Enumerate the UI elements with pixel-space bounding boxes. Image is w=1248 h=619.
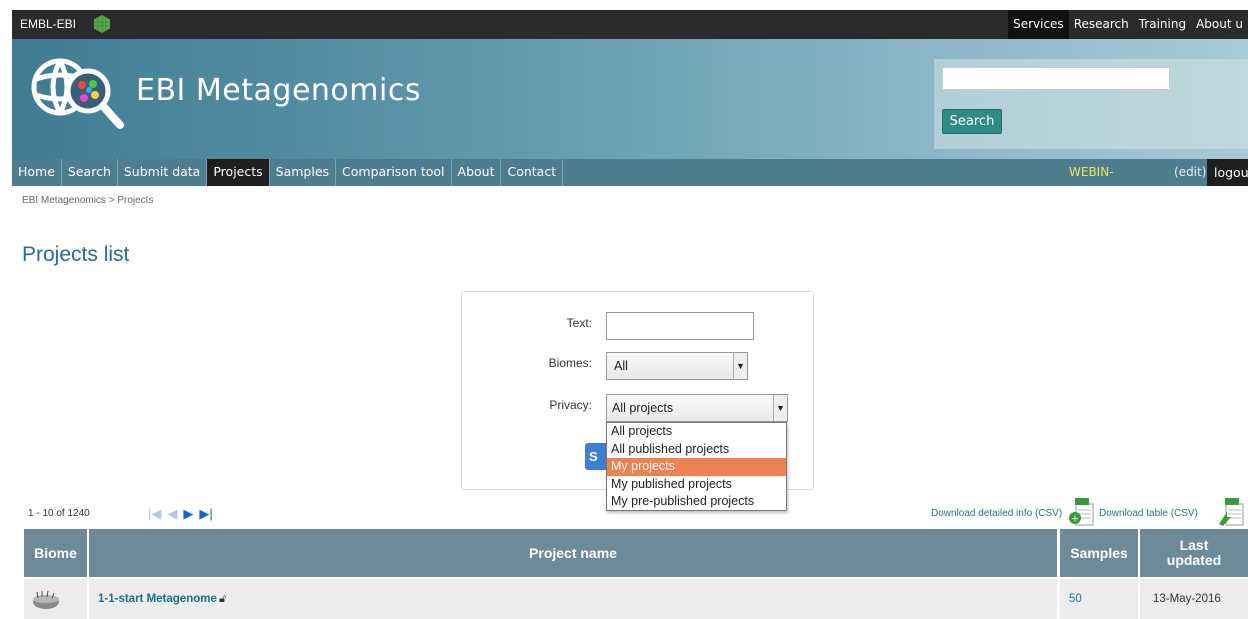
breadcrumb: EBI Metagenomics > Projects	[22, 195, 154, 206]
nav-item-projects[interactable]: Projects	[207, 159, 270, 186]
privacy-select[interactable]: All projects ▼	[606, 394, 788, 422]
global-topbar: EMBL-EBI Services Research Training Abou…	[12, 10, 1248, 39]
text-filter-label: Text:	[566, 316, 592, 330]
nav-item-about[interactable]: About	[452, 159, 502, 186]
samples-count-link[interactable]: 50	[1069, 579, 1082, 619]
chevron-down-icon: ▼	[773, 395, 787, 421]
next-page-icon[interactable]: ▶	[183, 505, 193, 523]
column-header-samples[interactable]: Samples	[1060, 529, 1138, 577]
topbar-link-about[interactable]: About u	[1191, 10, 1248, 39]
previous-page-icon[interactable]: ◀	[167, 505, 177, 523]
biomes-select[interactable]: All ▼	[606, 352, 748, 380]
privacy-filter-label: Privacy:	[549, 398, 592, 412]
nav-item-samples[interactable]: Samples	[270, 159, 337, 186]
embl-ebi-brand[interactable]: EMBL-EBI	[20, 10, 76, 39]
last-page-icon[interactable]: ▶|	[199, 505, 212, 523]
logged-in-user: WEBIN-	[1069, 165, 1114, 179]
privacy-select-value: All projects	[612, 401, 674, 415]
csv-download-icon[interactable]: +	[1069, 498, 1095, 526]
site-header: EBI Metagenomics Search	[12, 39, 1248, 159]
soil-biome-icon	[33, 590, 59, 609]
edit-account-link[interactable]: (edit)	[1174, 159, 1206, 186]
topbar-link-services[interactable]: Services	[1008, 10, 1069, 39]
privacy-option-all-published[interactable]: All published projects	[607, 441, 786, 459]
csv-download-icon[interactable]	[1219, 498, 1245, 526]
site-title[interactable]: EBI Metagenomics	[136, 73, 421, 108]
first-page-icon[interactable]: |◀	[148, 505, 161, 523]
logout-button[interactable]: logou	[1207, 159, 1248, 186]
result-count: 1 - 10 of 1240	[28, 508, 90, 519]
project-name-link[interactable]: 1-1-start Metagenome	[98, 579, 217, 619]
privacy-option-my-published[interactable]: My published projects	[607, 476, 786, 494]
column-header-project-name[interactable]: Project name	[89, 529, 1057, 577]
svg-text:+: +	[1071, 514, 1079, 525]
column-header-biome[interactable]: Biome	[24, 529, 87, 577]
header-search-panel: Search	[934, 59, 1248, 149]
column-header-last-updated[interactable]: Last updated	[1140, 529, 1248, 577]
header-search-input[interactable]	[942, 67, 1170, 90]
download-table-csv-link[interactable]: Download table (CSV)	[1099, 508, 1198, 519]
main-nav: Home Search Submit data Projects Samples…	[12, 159, 1248, 186]
metagenomics-globe-magnifier-icon[interactable]	[24, 49, 136, 137]
nav-item-contact[interactable]: Contact	[501, 159, 564, 186]
embl-hex-logo-icon	[94, 15, 110, 33]
nav-item-search[interactable]: Search	[62, 159, 118, 186]
privacy-option-my-pre-published[interactable]: My pre-published projects	[607, 493, 786, 511]
nav-item-comparison-tool[interactable]: Comparison tool	[336, 159, 452, 186]
privacy-option-my-projects[interactable]: My projects	[607, 458, 786, 476]
table-row	[89, 579, 1057, 619]
chevron-down-icon: ▼	[733, 353, 747, 379]
page-title: Projects list	[22, 243, 130, 266]
privacy-option-all-projects[interactable]: All projects	[607, 423, 786, 441]
topbar-link-research[interactable]: Research	[1069, 10, 1134, 39]
biomes-select-value: All	[614, 359, 628, 373]
unlocked-lock-icon: 🔓︎	[219, 593, 227, 605]
topbar-link-training[interactable]: Training	[1134, 10, 1191, 39]
header-search-button[interactable]: Search	[942, 109, 1002, 134]
privacy-dropdown-list: All projects All published projects My p…	[606, 422, 787, 511]
nav-item-home[interactable]: Home	[12, 159, 62, 186]
nav-item-submit-data[interactable]: Submit data	[118, 159, 208, 186]
download-detailed-csv-link[interactable]: Download detailed info (CSV)	[931, 508, 1062, 519]
biomes-filter-label: Biomes:	[548, 356, 592, 370]
pagination-controls: |◀ ◀ ▶ ▶|	[148, 505, 213, 523]
text-filter-input[interactable]	[606, 312, 754, 340]
last-updated-date: 13-May-2016	[1153, 593, 1221, 605]
